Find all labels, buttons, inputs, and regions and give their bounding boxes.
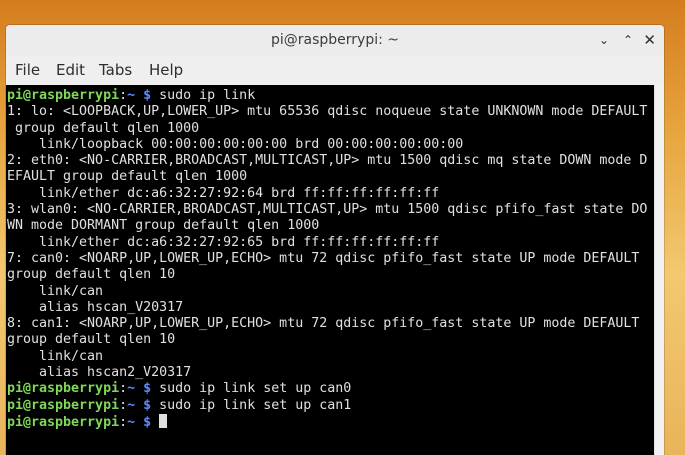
window-title: pi@raspberrypi: ~ bbox=[270, 32, 400, 48]
menu-file[interactable]: File bbox=[15, 61, 40, 79]
title-bar[interactable]: pi@raspberrypi: ~ ⌄ ⌃ ✕ bbox=[6, 25, 664, 57]
output-line: link/ether dc:a6:32:27:92:64 brd ff:ff:f… bbox=[7, 185, 440, 201]
output-line: group default qlen 1000 bbox=[7, 120, 200, 136]
prompt-colon: : bbox=[119, 397, 128, 413]
command-text: sudo ip link set up can0 bbox=[151, 381, 352, 397]
terminal-window: pi@raspberrypi: ~ ⌄ ⌃ ✕ File Edit Tabs H… bbox=[6, 25, 664, 455]
terminal-output[interactable]: pi@raspberrypi:~ $ sudo ip link 1: lo: <… bbox=[6, 85, 654, 455]
command-text: sudo ip link set up can1 bbox=[151, 397, 352, 413]
output-line: 7: can0: <NOARP,UP,LOWER_UP,ECHO> mtu 72… bbox=[7, 250, 640, 266]
prompt-colon: : bbox=[119, 88, 128, 103]
output-line: WN mode DORMANT group default qlen 1000 bbox=[7, 218, 320, 234]
command-line: pi@raspberrypi:~ $ sudo ip link set up c… bbox=[7, 398, 654, 414]
command-line: pi@raspberrypi:~ $ sudo ip link set up c… bbox=[7, 381, 654, 397]
active-command-line[interactable]: pi@raspberrypi:~ $ bbox=[7, 413, 654, 430]
output-line: EFAULT group default qlen 1000 bbox=[7, 169, 248, 185]
output-line: 1: lo: <LOOPBACK,UP,LOWER_UP> mtu 65536 … bbox=[7, 104, 648, 120]
prompt-path: ~ $ bbox=[127, 397, 152, 413]
close-icon[interactable]: ✕ bbox=[643, 32, 656, 48]
output-line: group default qlen 10 bbox=[7, 267, 176, 283]
menu-tabs[interactable]: Tabs bbox=[99, 61, 132, 79]
output-line: link/loopback 00:00:00:00:00:00 brd 00:0… bbox=[7, 136, 464, 152]
command-text: sudo ip link bbox=[151, 88, 256, 103]
output-line: link/can bbox=[7, 283, 104, 299]
prompt-user-host: pi@raspberrypi bbox=[7, 397, 120, 413]
maximize-icon[interactable]: ⌃ bbox=[623, 32, 633, 48]
output-line: alias hscan2_V20317 bbox=[7, 365, 192, 381]
scrollbar[interactable] bbox=[654, 85, 664, 455]
minimize-icon[interactable]: ⌄ bbox=[599, 32, 609, 48]
menu-bar: File Edit Tabs Help bbox=[6, 56, 664, 84]
output-line: 2: eth0: <NO-CARRIER,BROADCAST,MULTICAST… bbox=[7, 153, 648, 169]
prompt-user-host: pi@raspberrypi bbox=[7, 414, 120, 430]
output-line: group default qlen 10 bbox=[7, 332, 176, 348]
output-line: alias hscan_V20317 bbox=[7, 299, 184, 315]
prompt-colon: : bbox=[119, 381, 128, 397]
output-line: link/can bbox=[7, 348, 104, 364]
output-line: 3: wlan0: <NO-CARRIER,BROADCAST,MULTICAS… bbox=[7, 202, 648, 218]
menu-edit[interactable]: Edit bbox=[56, 61, 85, 79]
output-line: 8: can1: <NOARP,UP,LOWER_UP,ECHO> mtu 72… bbox=[7, 316, 640, 332]
prompt-user-host: pi@raspberrypi bbox=[7, 88, 120, 103]
prompt-path: ~ $ bbox=[127, 381, 152, 397]
prompt-path: ~ $ bbox=[127, 414, 152, 430]
prompt-colon: : bbox=[119, 414, 128, 430]
output-line: link/ether dc:a6:32:27:92:65 brd ff:ff:f… bbox=[7, 234, 440, 250]
prompt-path: ~ $ bbox=[127, 88, 152, 103]
command-line: pi@raspberrypi:~ $ sudo ip link bbox=[7, 88, 654, 104]
text-cursor bbox=[159, 413, 168, 428]
menu-help[interactable]: Help bbox=[149, 61, 183, 79]
prompt-user-host: pi@raspberrypi bbox=[7, 381, 120, 397]
